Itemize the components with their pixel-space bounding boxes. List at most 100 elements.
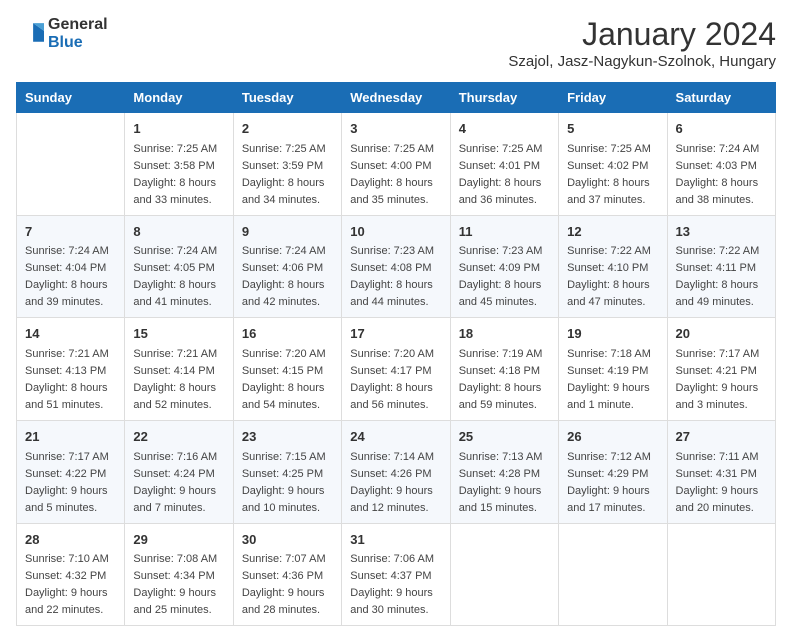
day-cell: 9 Sunrise: 7:24 AMSunset: 4:06 PMDayligh…	[233, 215, 341, 318]
day-info: Sunrise: 7:24 AMSunset: 4:06 PMDaylight:…	[242, 245, 326, 308]
day-info: Sunrise: 7:25 AMSunset: 3:59 PMDaylight:…	[242, 143, 326, 206]
day-number: 16	[242, 324, 333, 344]
day-info: Sunrise: 7:06 AMSunset: 4:37 PMDaylight:…	[350, 553, 434, 616]
day-info: Sunrise: 7:25 AMSunset: 4:02 PMDaylight:…	[567, 143, 651, 206]
day-cell: 25 Sunrise: 7:13 AMSunset: 4:28 PMDaylig…	[450, 421, 558, 524]
day-info: Sunrise: 7:07 AMSunset: 4:36 PMDaylight:…	[242, 553, 326, 616]
day-cell: 1 Sunrise: 7:25 AMSunset: 3:58 PMDayligh…	[125, 113, 233, 216]
day-info: Sunrise: 7:15 AMSunset: 4:25 PMDaylight:…	[242, 451, 326, 514]
day-info: Sunrise: 7:08 AMSunset: 4:34 PMDaylight:…	[133, 553, 217, 616]
day-cell: 5 Sunrise: 7:25 AMSunset: 4:02 PMDayligh…	[559, 113, 667, 216]
day-cell: 18 Sunrise: 7:19 AMSunset: 4:18 PMDaylig…	[450, 318, 558, 421]
day-number: 28	[25, 530, 116, 550]
day-info: Sunrise: 7:21 AMSunset: 4:14 PMDaylight:…	[133, 348, 217, 411]
day-info: Sunrise: 7:11 AMSunset: 4:31 PMDaylight:…	[676, 451, 759, 514]
day-info: Sunrise: 7:21 AMSunset: 4:13 PMDaylight:…	[25, 348, 109, 411]
day-info: Sunrise: 7:25 AMSunset: 4:00 PMDaylight:…	[350, 143, 434, 206]
day-info: Sunrise: 7:20 AMSunset: 4:17 PMDaylight:…	[350, 348, 434, 411]
day-number: 21	[25, 427, 116, 447]
day-cell	[559, 523, 667, 626]
day-cell: 6 Sunrise: 7:24 AMSunset: 4:03 PMDayligh…	[667, 113, 775, 216]
day-info: Sunrise: 7:14 AMSunset: 4:26 PMDaylight:…	[350, 451, 434, 514]
day-number: 17	[350, 324, 441, 344]
day-number: 12	[567, 222, 658, 242]
day-info: Sunrise: 7:17 AMSunset: 4:21 PMDaylight:…	[676, 348, 760, 411]
day-info: Sunrise: 7:22 AMSunset: 4:11 PMDaylight:…	[676, 245, 760, 308]
day-cell: 11 Sunrise: 7:23 AMSunset: 4:09 PMDaylig…	[450, 215, 558, 318]
day-number: 10	[350, 222, 441, 242]
day-number: 18	[459, 324, 550, 344]
day-number: 6	[676, 119, 767, 139]
day-cell: 16 Sunrise: 7:20 AMSunset: 4:15 PMDaylig…	[233, 318, 341, 421]
day-cell: 8 Sunrise: 7:24 AMSunset: 4:05 PMDayligh…	[125, 215, 233, 318]
day-info: Sunrise: 7:25 AMSunset: 4:01 PMDaylight:…	[459, 143, 543, 206]
calendar-table: SundayMondayTuesdayWednesdayThursdayFrid…	[16, 82, 776, 626]
day-number: 7	[25, 222, 116, 242]
day-info: Sunrise: 7:20 AMSunset: 4:15 PMDaylight:…	[242, 348, 326, 411]
header-wednesday: Wednesday	[342, 83, 450, 113]
day-number: 8	[133, 222, 224, 242]
header-monday: Monday	[125, 83, 233, 113]
day-number: 19	[567, 324, 658, 344]
day-cell: 27 Sunrise: 7:11 AMSunset: 4:31 PMDaylig…	[667, 421, 775, 524]
day-number: 23	[242, 427, 333, 447]
day-number: 14	[25, 324, 116, 344]
day-info: Sunrise: 7:23 AMSunset: 4:08 PMDaylight:…	[350, 245, 434, 308]
day-cell	[17, 113, 125, 216]
day-number: 24	[350, 427, 441, 447]
day-info: Sunrise: 7:19 AMSunset: 4:18 PMDaylight:…	[459, 348, 543, 411]
day-number: 1	[133, 119, 224, 139]
day-info: Sunrise: 7:22 AMSunset: 4:10 PMDaylight:…	[567, 245, 651, 308]
day-number: 13	[676, 222, 767, 242]
day-number: 20	[676, 324, 767, 344]
day-number: 22	[133, 427, 224, 447]
day-number: 5	[567, 119, 658, 139]
day-cell: 21 Sunrise: 7:17 AMSunset: 4:22 PMDaylig…	[17, 421, 125, 524]
header-friday: Friday	[559, 83, 667, 113]
logo: General Blue	[16, 16, 108, 51]
day-number: 4	[459, 119, 550, 139]
day-info: Sunrise: 7:16 AMSunset: 4:24 PMDaylight:…	[133, 451, 217, 514]
day-number: 30	[242, 530, 333, 550]
day-number: 26	[567, 427, 658, 447]
day-number: 31	[350, 530, 441, 550]
header-sunday: Sunday	[17, 83, 125, 113]
day-info: Sunrise: 7:18 AMSunset: 4:19 PMDaylight:…	[567, 348, 651, 411]
week-row-1: 1 Sunrise: 7:25 AMSunset: 3:58 PMDayligh…	[17, 113, 776, 216]
logo-icon	[16, 20, 44, 48]
day-cell: 19 Sunrise: 7:18 AMSunset: 4:19 PMDaylig…	[559, 318, 667, 421]
day-cell	[667, 523, 775, 626]
header-saturday: Saturday	[667, 83, 775, 113]
day-cell	[450, 523, 558, 626]
location-subtitle: Szajol, Jasz-Nagykun-Szolnok, Hungary	[508, 53, 776, 70]
week-row-2: 7 Sunrise: 7:24 AMSunset: 4:04 PMDayligh…	[17, 215, 776, 318]
calendar-header-row: SundayMondayTuesdayWednesdayThursdayFrid…	[17, 83, 776, 113]
day-number: 29	[133, 530, 224, 550]
day-cell: 22 Sunrise: 7:16 AMSunset: 4:24 PMDaylig…	[125, 421, 233, 524]
day-info: Sunrise: 7:13 AMSunset: 4:28 PMDaylight:…	[459, 451, 543, 514]
day-cell: 20 Sunrise: 7:17 AMSunset: 4:21 PMDaylig…	[667, 318, 775, 421]
day-info: Sunrise: 7:24 AMSunset: 4:05 PMDaylight:…	[133, 245, 217, 308]
day-cell: 3 Sunrise: 7:25 AMSunset: 4:00 PMDayligh…	[342, 113, 450, 216]
day-info: Sunrise: 7:12 AMSunset: 4:29 PMDaylight:…	[567, 451, 651, 514]
day-cell: 10 Sunrise: 7:23 AMSunset: 4:08 PMDaylig…	[342, 215, 450, 318]
day-info: Sunrise: 7:25 AMSunset: 3:58 PMDaylight:…	[133, 143, 217, 206]
day-info: Sunrise: 7:24 AMSunset: 4:04 PMDaylight:…	[25, 245, 109, 308]
day-cell: 14 Sunrise: 7:21 AMSunset: 4:13 PMDaylig…	[17, 318, 125, 421]
day-info: Sunrise: 7:17 AMSunset: 4:22 PMDaylight:…	[25, 451, 109, 514]
month-title: January 2024	[508, 16, 776, 53]
day-cell: 7 Sunrise: 7:24 AMSunset: 4:04 PMDayligh…	[17, 215, 125, 318]
day-number: 9	[242, 222, 333, 242]
day-cell: 12 Sunrise: 7:22 AMSunset: 4:10 PMDaylig…	[559, 215, 667, 318]
day-number: 27	[676, 427, 767, 447]
title-area: January 2024 Szajol, Jasz-Nagykun-Szolno…	[508, 16, 776, 70]
header-tuesday: Tuesday	[233, 83, 341, 113]
day-cell: 2 Sunrise: 7:25 AMSunset: 3:59 PMDayligh…	[233, 113, 341, 216]
page-header: General Blue January 2024 Szajol, Jasz-N…	[16, 16, 776, 70]
day-cell: 15 Sunrise: 7:21 AMSunset: 4:14 PMDaylig…	[125, 318, 233, 421]
day-number: 2	[242, 119, 333, 139]
day-info: Sunrise: 7:24 AMSunset: 4:03 PMDaylight:…	[676, 143, 760, 206]
logo-text: General Blue	[48, 16, 108, 51]
day-cell: 23 Sunrise: 7:15 AMSunset: 4:25 PMDaylig…	[233, 421, 341, 524]
week-row-3: 14 Sunrise: 7:21 AMSunset: 4:13 PMDaylig…	[17, 318, 776, 421]
